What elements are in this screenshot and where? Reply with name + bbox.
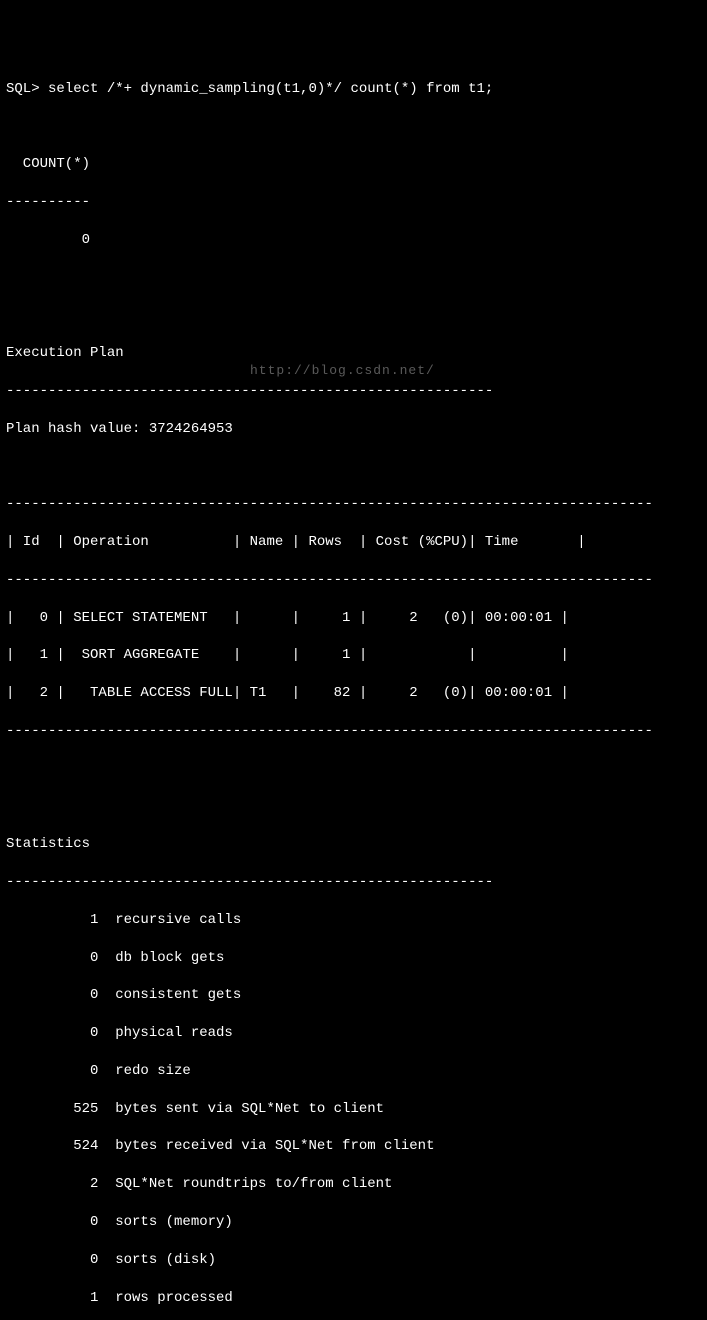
plan-table-divider-mid: ----------------------------------------… [6, 571, 701, 590]
blank-line [6, 457, 701, 476]
blank-line [6, 306, 701, 325]
plan-table-divider-bottom: ----------------------------------------… [6, 722, 701, 741]
statistics-row: 0 consistent gets [6, 986, 701, 1005]
blank-line [6, 268, 701, 287]
sql-command: select /*+ dynamic_sampling(t1,0)*/ coun… [48, 81, 493, 97]
statistics-row: 0 redo size [6, 1062, 701, 1081]
blank-line [6, 117, 701, 136]
statistics-title: Statistics [6, 835, 701, 854]
plan-table-row: | 0 | SELECT STATEMENT | | 1 | 2 (0)| 00… [6, 609, 701, 628]
count-header: COUNT(*) [6, 155, 701, 174]
plan-table-row: | 1 | SORT AGGREGATE | | 1 | | | [6, 646, 701, 665]
sql-prompt-prefix: SQL> [6, 81, 48, 97]
statistics-row: 0 db block gets [6, 949, 701, 968]
statistics-divider: ----------------------------------------… [6, 873, 701, 892]
blank-line [6, 797, 701, 816]
plan-hash-value: Plan hash value: 3724264953 [6, 420, 701, 439]
statistics-row: 525 bytes sent via SQL*Net to client [6, 1100, 701, 1119]
plan-table-row: | 2 | TABLE ACCESS FULL| T1 | 82 | 2 (0)… [6, 684, 701, 703]
count-value: 0 [6, 231, 701, 250]
statistics-row: 2 SQL*Net roundtrips to/from client [6, 1175, 701, 1194]
plan-table-divider-top: ----------------------------------------… [6, 495, 701, 514]
statistics-row: 1 rows processed [6, 1289, 701, 1308]
statistics-row: 0 sorts (disk) [6, 1251, 701, 1270]
statistics-row: 0 sorts (memory) [6, 1213, 701, 1232]
count-divider: ---------- [6, 193, 701, 212]
statistics-row: 1 recursive calls [6, 911, 701, 930]
statistics-row: 0 physical reads [6, 1024, 701, 1043]
statistics-row: 524 bytes received via SQL*Net from clie… [6, 1137, 701, 1156]
watermark-text: http://blog.csdn.net/ [250, 362, 435, 380]
execution-plan-title: Execution Plan [6, 344, 701, 363]
blank-line [6, 760, 701, 779]
sql-prompt-line: SQL> select /*+ dynamic_sampling(t1,0)*/… [6, 80, 701, 99]
execution-plan-divider: ----------------------------------------… [6, 382, 701, 401]
plan-table-header: | Id | Operation | Name | Rows | Cost (%… [6, 533, 701, 552]
